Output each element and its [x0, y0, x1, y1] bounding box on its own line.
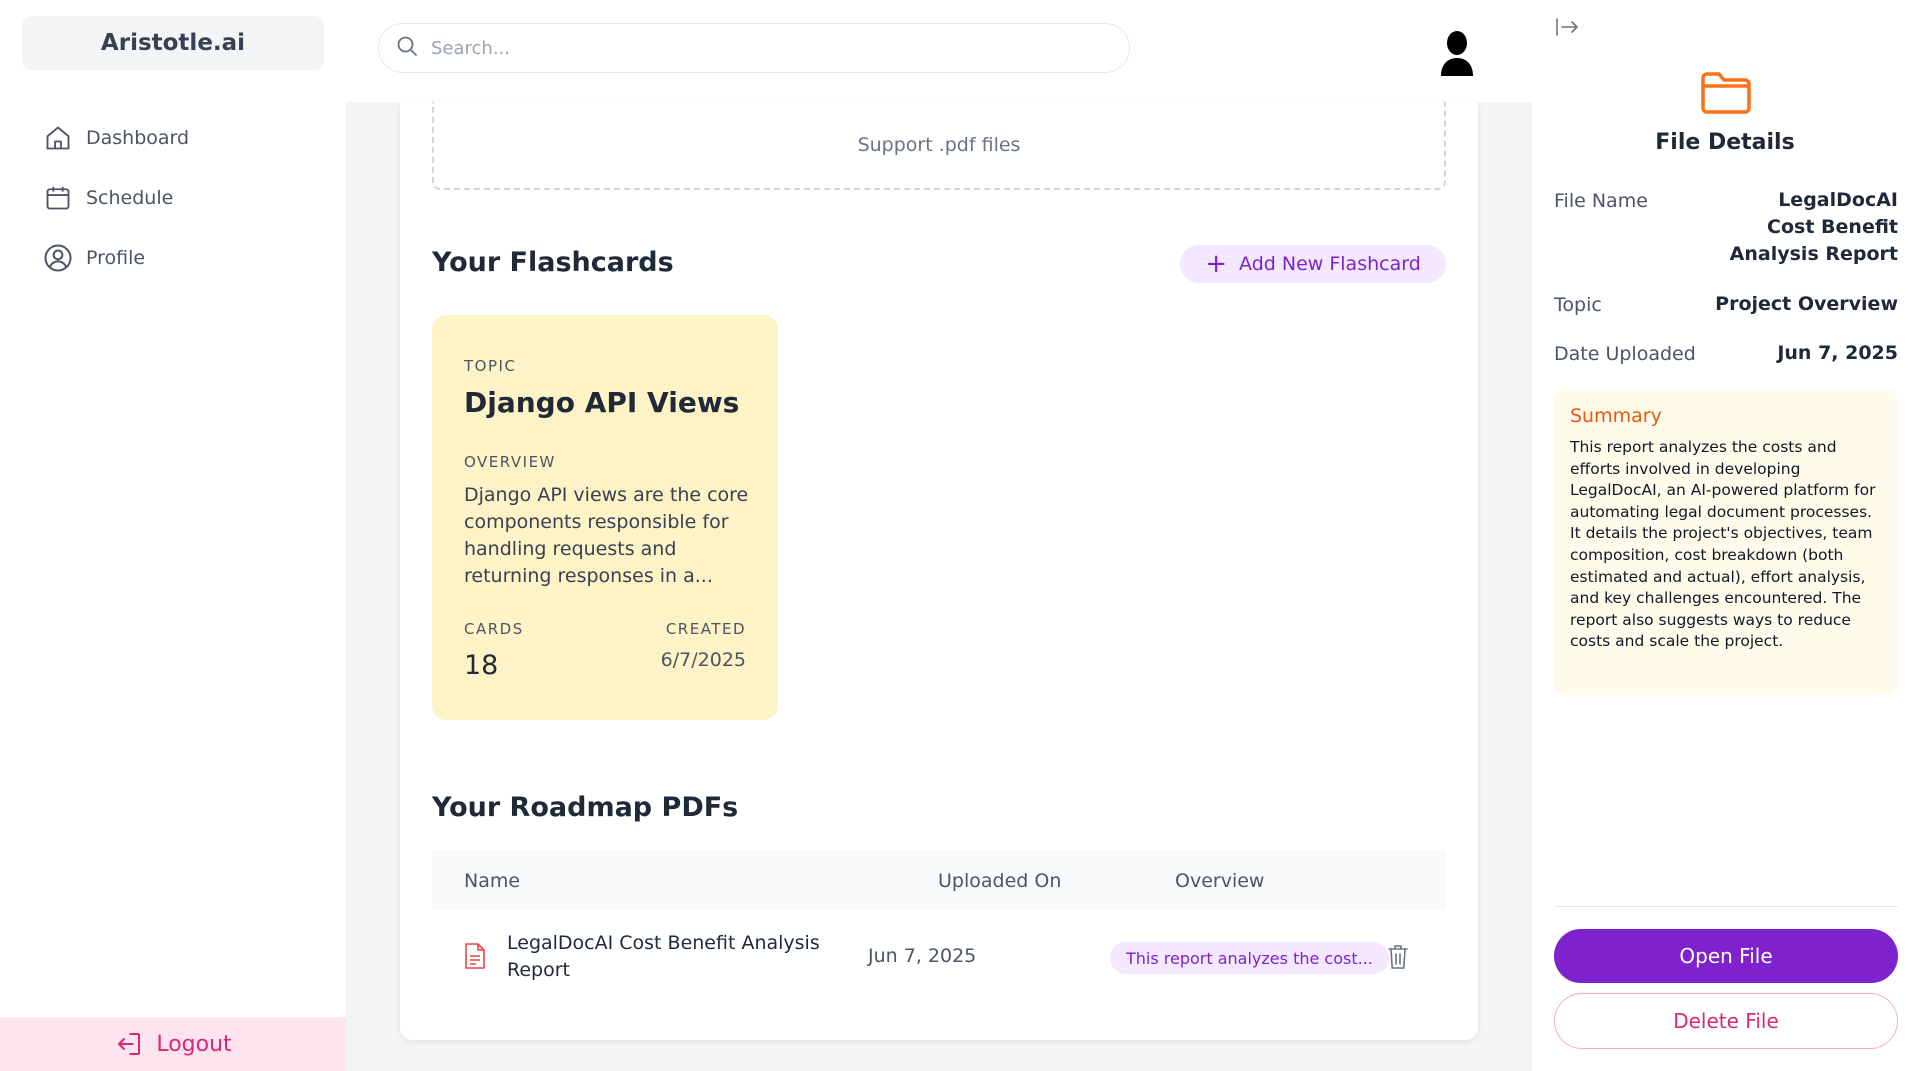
open-file-button[interactable]: Open File [1554, 929, 1898, 983]
column-header-overview: Overview [1175, 870, 1265, 892]
row-overview-badge: This report analyzes the cost... [1110, 942, 1389, 974]
row-uploaded-date: Jun 7, 2025 [868, 945, 977, 967]
plus-icon: + [1205, 249, 1228, 279]
home-icon [42, 122, 74, 154]
column-header-uploaded: Uploaded On [938, 870, 1062, 892]
flashcard-card[interactable]: TOPIC Django API Views OVERVIEW Django A… [432, 315, 778, 720]
flashcard-overview-label: OVERVIEW [464, 453, 556, 471]
topic-value: Project Overview [1715, 293, 1898, 315]
user-avatar-icon[interactable] [1439, 30, 1475, 76]
calendar-icon [42, 182, 74, 214]
user-circle-icon [42, 242, 74, 274]
summary-text: This report analyzes the costs and effor… [1570, 438, 1876, 651]
flashcards-title: Your Flashcards [432, 247, 674, 278]
panel-title: File Details [1655, 130, 1795, 155]
flashcard-topic-label: TOPIC [464, 357, 517, 375]
roadmap-table: Name Uploaded On Overview LegalDocAI Cos… [432, 850, 1446, 981]
search-icon [395, 34, 419, 62]
sidebar-item-label: Profile [86, 247, 146, 269]
flashcard-overview: Django API views are the core components… [464, 484, 749, 587]
flashcard-topic: Django API Views [464, 386, 740, 419]
add-flashcard-button[interactable]: + Add New Flashcard [1180, 245, 1446, 283]
topic-label: Topic [1554, 294, 1602, 316]
summary-title: Summary [1570, 405, 1662, 427]
sidebar-item-label: Schedule [86, 187, 174, 209]
logout-button[interactable]: Logout [0, 1017, 346, 1071]
file-details-panel: File Details File Name LegalDocAI Cost B… [1532, 0, 1918, 1071]
sidebar-item-schedule[interactable]: Schedule [42, 168, 189, 228]
summary-box: Summary This report analyzes the costs a… [1554, 389, 1898, 695]
date-uploaded-label: Date Uploaded [1554, 343, 1696, 365]
file-name-label: File Name [1554, 190, 1648, 212]
sidebar-nav: Dashboard Schedule Profile [42, 108, 189, 288]
flashcard-cards-label: CARDS [464, 620, 524, 638]
sidebar-item-profile[interactable]: Profile [42, 228, 189, 288]
divider [1554, 906, 1898, 907]
table-header: Name Uploaded On Overview [432, 850, 1446, 910]
file-name-value: LegalDocAI Cost Benefit Analysis Report [1729, 189, 1898, 265]
delete-file-button[interactable]: Delete File [1554, 993, 1898, 1049]
sidebar-item-dashboard[interactable]: Dashboard [42, 108, 189, 168]
trash-icon[interactable] [1387, 944, 1409, 974]
table-row[interactable]: LegalDocAI Cost Benefit Analysis Report … [432, 910, 1446, 1006]
flashcard-created-date: 6/7/2025 [660, 649, 746, 671]
column-header-name: Name [464, 870, 521, 892]
sidebar: Aristotle.ai Dashboard Schedule Profile … [0, 0, 346, 1071]
folder-icon [1700, 70, 1752, 120]
upload-hint: Support .pdf files [857, 134, 1021, 156]
logout-label: Logout [156, 1031, 232, 1057]
add-flashcard-label: Add New Flashcard [1239, 253, 1421, 275]
logout-icon [114, 1029, 144, 1059]
pdf-upload-dropzone[interactable]: Support .pdf files [432, 102, 1446, 190]
brand-logo[interactable]: Aristotle.ai [22, 16, 324, 70]
search-input[interactable] [431, 37, 1081, 59]
date-uploaded-value: Jun 7, 2025 [1777, 342, 1898, 364]
top-bar [346, 0, 1532, 102]
collapse-panel-icon[interactable] [1554, 16, 1580, 42]
flashcard-created-label: CREATED [665, 620, 746, 638]
pdf-file-icon [464, 942, 486, 974]
flashcard-cards-count: 18 [464, 650, 499, 681]
row-file-name: LegalDocAI Cost Benefit Analysis Report [507, 932, 820, 981]
search-bar[interactable] [378, 23, 1130, 73]
sidebar-item-label: Dashboard [86, 127, 190, 149]
roadmaps-title: Your Roadmap PDFs [432, 792, 739, 823]
